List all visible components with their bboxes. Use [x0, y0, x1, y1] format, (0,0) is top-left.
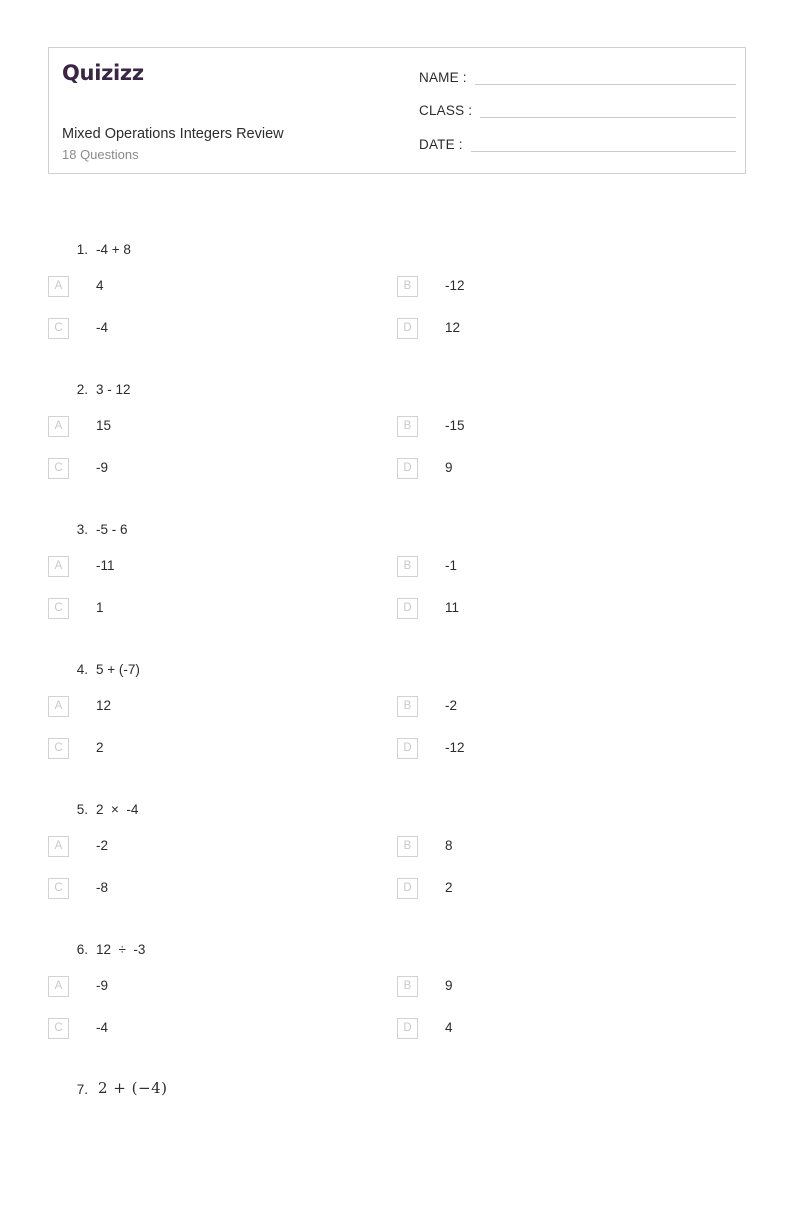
option-letter-box[interactable]: C [48, 458, 69, 479]
question-header: 3. -5 - 6 [0, 512, 794, 546]
option-text: 2 [445, 880, 453, 895]
option-text: 9 [445, 978, 453, 993]
option-text: 12 [445, 320, 461, 335]
name-input-line[interactable] [474, 73, 736, 85]
name-field-row: NAME : [419, 71, 736, 85]
question-text: 12 ÷ -3 [96, 942, 146, 957]
option-text: 11 [445, 600, 460, 615]
question-header: 7. 2 + (−4) [0, 1072, 794, 1106]
option-text: -4 [96, 1020, 109, 1035]
option-letter-box[interactable]: A [48, 836, 69, 857]
option-letter-box[interactable]: B [397, 976, 418, 997]
option-letter-box[interactable]: A [48, 696, 69, 717]
name-field-label: NAME : [419, 70, 467, 85]
option-text: -12 [445, 278, 465, 293]
worksheet-header-card: Quizizz Mixed Operations Integers Review… [48, 47, 746, 174]
option-letter-box[interactable]: A [48, 416, 69, 437]
question-header: 4. 5 + (-7) [0, 652, 794, 686]
option-text: 12 [96, 698, 112, 713]
option-text: -8 [96, 880, 109, 895]
option-letter-box[interactable]: B [397, 696, 418, 717]
date-field-label: DATE : [419, 137, 463, 152]
question-block: 5. 2 × -4 A -2 B 8 C -8 D 2 [0, 792, 794, 932]
question-number: 6. [76, 942, 88, 957]
option-text: 8 [445, 838, 453, 853]
option-text: -4 [96, 320, 109, 335]
quizizz-logo: Quizizz [62, 61, 144, 85]
date-field-row: DATE : [419, 138, 736, 152]
question-number: 4. [76, 662, 88, 677]
option-text: -15 [445, 418, 465, 433]
option-letter-box[interactable]: C [48, 318, 69, 339]
option-letter-box[interactable]: A [48, 976, 69, 997]
question-text: -4 + 8 [96, 242, 131, 257]
question-number: 3. [76, 522, 88, 537]
class-field-label: CLASS : [419, 103, 473, 118]
option-text: 2 [96, 740, 104, 755]
option-letter-box[interactable]: C [48, 1018, 69, 1039]
option-letter-box[interactable]: B [397, 416, 418, 437]
option-text: 15 [96, 418, 112, 433]
option-text: -1 [445, 558, 458, 573]
option-text: -11 [96, 558, 115, 573]
option-letter-box[interactable]: D [397, 458, 418, 479]
option-letter-box[interactable]: A [48, 556, 69, 577]
question-block: 3. -5 - 6 A -11 B -1 C 1 D 11 [0, 512, 794, 652]
student-info-fields: NAME : CLASS : DATE : [419, 48, 745, 173]
questions-list: 1. -4 + 8 A 4 B -12 C -4 D 12 2. 3 - 12 A 15 B -15 C -9 D 9… [0, 232, 794, 1212]
question-header: 1. -4 + 8 [0, 232, 794, 266]
question-text: 2 × -4 [96, 802, 139, 817]
option-text: -12 [445, 740, 465, 755]
option-letter-box[interactable]: D [397, 738, 418, 759]
question-text: 2 + (−4) [98, 1079, 168, 1097]
option-letter-box[interactable]: C [48, 598, 69, 619]
header-left-section: Quizizz Mixed Operations Integers Review… [62, 48, 412, 173]
option-letter-box[interactable]: C [48, 878, 69, 899]
class-field-row: CLASS : [419, 104, 736, 118]
question-count-label: 18 Questions [62, 147, 139, 162]
question-text: 5 + (-7) [96, 662, 140, 677]
question-text: 3 - 12 [96, 382, 131, 397]
question-number: 1. [76, 242, 88, 257]
quizizz-logo-text: Quizizz [62, 61, 144, 85]
option-text: -9 [96, 978, 109, 993]
question-block: 7. 2 + (−4) [0, 1072, 794, 1212]
option-letter-box[interactable]: D [397, 878, 418, 899]
option-letter-box[interactable]: A [48, 276, 69, 297]
option-text: -2 [96, 838, 109, 853]
question-number: 7. [76, 1082, 88, 1097]
option-text: 1 [96, 600, 104, 615]
question-block: 4. 5 + (-7) A 12 B -2 C 2 D -12 [0, 652, 794, 792]
option-letter-box[interactable]: C [48, 738, 69, 759]
option-text: -9 [96, 460, 109, 475]
option-text: 4 [96, 278, 104, 293]
option-letter-box[interactable]: D [397, 318, 418, 339]
option-text: 9 [445, 460, 453, 475]
question-text: -5 - 6 [96, 522, 128, 537]
date-input-line[interactable] [470, 140, 736, 152]
option-letter-box[interactable]: D [397, 598, 418, 619]
question-block: 1. -4 + 8 A 4 B -12 C -4 D 12 [0, 232, 794, 372]
class-input-line[interactable] [480, 106, 736, 118]
question-header: 2. 3 - 12 [0, 372, 794, 406]
question-header: 6. 12 ÷ -3 [0, 932, 794, 966]
question-header: 5. 2 × -4 [0, 792, 794, 826]
question-number: 2. [76, 382, 88, 397]
option-letter-box[interactable]: D [397, 1018, 418, 1039]
question-block: 6. 12 ÷ -3 A -9 B 9 C -4 D 4 [0, 932, 794, 1072]
question-number: 5. [76, 802, 88, 817]
option-letter-box[interactable]: B [397, 276, 418, 297]
option-text: -2 [445, 698, 458, 713]
option-letter-box[interactable]: B [397, 556, 418, 577]
option-text: 4 [445, 1020, 453, 1035]
option-letter-box[interactable]: B [397, 836, 418, 857]
question-block: 2. 3 - 12 A 15 B -15 C -9 D 9 [0, 372, 794, 512]
page-title: Mixed Operations Integers Review [62, 126, 284, 142]
